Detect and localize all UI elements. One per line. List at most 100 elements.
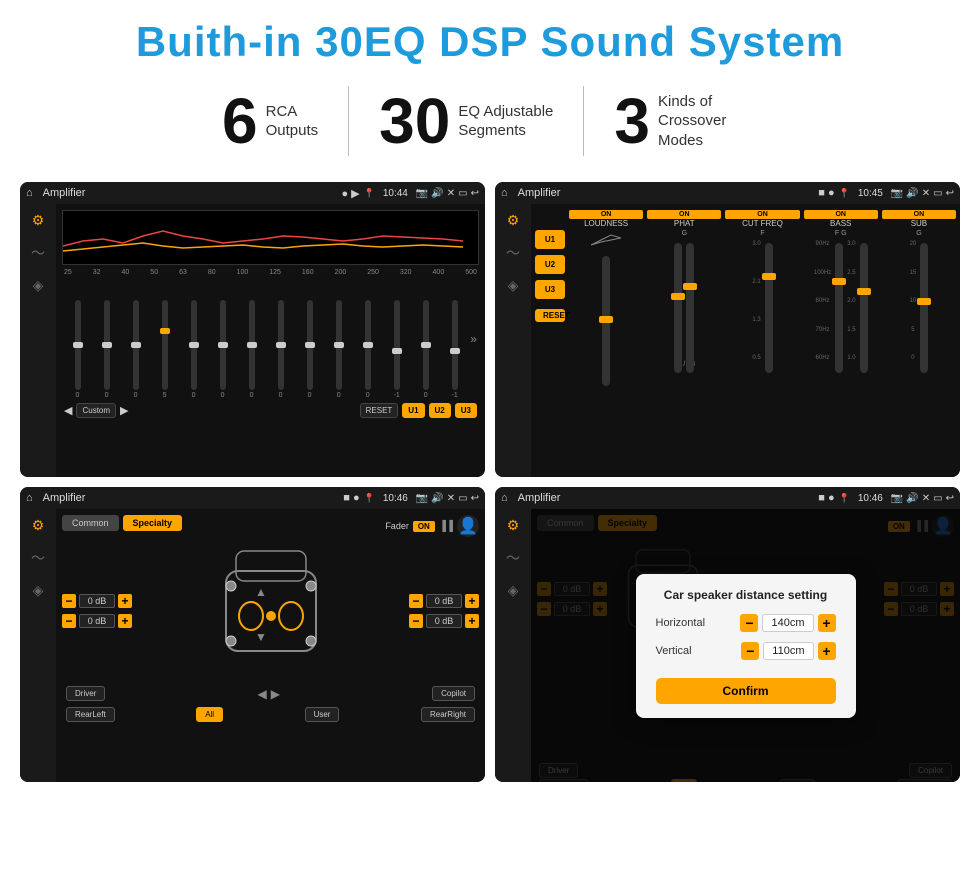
- xover-cutfreq-on[interactable]: ON: [725, 210, 799, 219]
- eq-u1-btn[interactable]: U1: [402, 403, 424, 418]
- xover-wave-icon[interactable]: 〜: [506, 243, 520, 263]
- eq-slider-13[interactable]: -1: [441, 300, 468, 399]
- xover-reset[interactable]: RESET: [535, 309, 565, 322]
- eq-speaker-icon[interactable]: ◈: [33, 277, 44, 294]
- eq-slider-9[interactable]: 0: [325, 300, 352, 399]
- xover-sub-on[interactable]: ON: [882, 210, 956, 219]
- xover-loudness-col: ON LOUDNESS: [569, 210, 643, 383]
- modes-car-diagram: ▲ ▼: [138, 541, 403, 681]
- modes-user-icon[interactable]: 👤: [457, 515, 479, 537]
- xover-sidebar: ⚙ 〜 ◈: [495, 204, 531, 477]
- modes-right-arrow[interactable]: ▶: [271, 687, 280, 701]
- svg-text:▼: ▼: [255, 630, 267, 644]
- stat-crossover-label: Kinds of Crossover Modes: [658, 92, 758, 151]
- modes-user-btn[interactable]: User: [305, 707, 340, 722]
- xover-main: U1 U2 U3 RESET ON LOUDNESS: [531, 204, 960, 477]
- eq-slider-3[interactable]: 5: [151, 300, 178, 399]
- eq-slider-0[interactable]: 0: [64, 300, 91, 399]
- eq-more-icon[interactable]: »: [470, 332, 477, 346]
- dist-screen-content: ⚙ 〜 ◈ Common Specialty ON ▐▐ 👤: [495, 509, 960, 782]
- modes-driver-btn[interactable]: Driver: [66, 686, 105, 701]
- eq-slider-4[interactable]: 0: [180, 300, 207, 399]
- confirm-button[interactable]: Confirm: [656, 678, 836, 704]
- eq-slider-1[interactable]: 0: [93, 300, 120, 399]
- xover-u1[interactable]: U1: [535, 230, 565, 249]
- eq-slider-8[interactable]: 0: [296, 300, 323, 399]
- dist-speaker-icon[interactable]: ◈: [508, 582, 519, 599]
- modes-vol4-value: 0 dB: [426, 614, 462, 628]
- modes-filter-icon[interactable]: ⚙: [32, 517, 45, 534]
- xover-speaker-icon[interactable]: ◈: [508, 277, 519, 294]
- modes-vol-1-left: − 0 dB +: [62, 594, 132, 608]
- eq-slider-12[interactable]: 0: [412, 300, 439, 399]
- xover-bass-slider-1[interactable]: [835, 243, 843, 373]
- modes-vol3-minus[interactable]: −: [409, 594, 423, 608]
- modes-rearleft-btn[interactable]: RearLeft: [66, 707, 115, 722]
- modes-vol4-minus[interactable]: −: [409, 614, 423, 628]
- modes-vol2-plus[interactable]: +: [118, 614, 132, 628]
- eq-topbar-actions: 📷 🔊 ✕ ▭ ↩: [416, 188, 479, 199]
- modes-vol3-plus[interactable]: +: [465, 594, 479, 608]
- modes-vol2-minus[interactable]: −: [62, 614, 76, 628]
- eq-u2-btn[interactable]: U2: [429, 403, 451, 418]
- xover-phat-slider-2[interactable]: [686, 243, 694, 373]
- eq-slider-2[interactable]: 0: [122, 300, 149, 399]
- stat-eq: 30 EQ Adjustable Segments: [349, 89, 583, 153]
- dialog-horizontal-minus[interactable]: −: [740, 614, 758, 632]
- stat-rca-number: 6: [222, 89, 258, 153]
- xover-u2[interactable]: U2: [535, 255, 565, 274]
- xover-loudness-slider-1[interactable]: [602, 256, 610, 386]
- xover-channels: ON LOUDNESS: [569, 210, 956, 471]
- eq-u3-btn[interactable]: U3: [455, 403, 477, 418]
- modes-all-btn[interactable]: All: [196, 707, 223, 722]
- eq-reset-btn[interactable]: RESET: [360, 403, 399, 418]
- xover-phat-slider-1[interactable]: [674, 243, 682, 373]
- eq-slider-10[interactable]: 0: [354, 300, 381, 399]
- eq-wave-icon[interactable]: 〜: [31, 243, 45, 263]
- modes-vol1-plus[interactable]: +: [118, 594, 132, 608]
- dist-filter-icon[interactable]: ⚙: [507, 517, 520, 534]
- xover-bass-on[interactable]: ON: [804, 210, 878, 219]
- eq-prev-btn[interactable]: ◀: [64, 404, 72, 417]
- modes-wave-icon[interactable]: 〜: [31, 548, 45, 568]
- dialog-horizontal-label: Horizontal: [656, 617, 706, 629]
- xover-phat-label: PHAT: [647, 219, 721, 228]
- modes-speaker-icon[interactable]: ◈: [33, 582, 44, 599]
- eq-slider-6[interactable]: 0: [238, 300, 265, 399]
- xover-cutfreq-sliders: 3.02.11.30.5: [725, 241, 799, 361]
- dialog-horizontal-plus[interactable]: +: [818, 614, 836, 632]
- xover-u3[interactable]: U3: [535, 280, 565, 299]
- dialog-vertical-minus[interactable]: −: [741, 642, 759, 660]
- xover-filter-icon[interactable]: ⚙: [507, 212, 520, 229]
- dist-topbar: ⌂ Amplifier ■ ● 📍 10:46 📷 🔊 ✕ ▭ ↩: [495, 487, 960, 509]
- xover-sub-slider[interactable]: [920, 243, 928, 373]
- modes-rearright-btn[interactable]: RearRight: [421, 707, 475, 722]
- xover-screen-content: ⚙ 〜 ◈ U1 U2 U3 RESET: [495, 204, 960, 477]
- xover-cutfreq-slider[interactable]: [765, 243, 773, 373]
- eq-next-btn[interactable]: ▶: [120, 404, 128, 417]
- modes-arrow-controls: ◀ ▶: [257, 686, 279, 701]
- dialog-vertical-plus[interactable]: +: [818, 642, 836, 660]
- eq-filter-icon[interactable]: ⚙: [32, 212, 45, 229]
- modes-left-arrow[interactable]: ◀: [257, 687, 266, 701]
- eq-slider-7[interactable]: 0: [267, 300, 294, 399]
- modes-common-tab[interactable]: Common: [62, 515, 119, 531]
- modes-copilot-btn[interactable]: Copilot: [432, 686, 475, 701]
- modes-vol1-minus[interactable]: −: [62, 594, 76, 608]
- xover-loudness-on[interactable]: ON: [569, 210, 643, 219]
- eq-slider-11[interactable]: -1: [383, 300, 410, 399]
- xover-bass-slider-2[interactable]: [860, 243, 868, 373]
- fader-bars-icon: ▐▐: [439, 521, 453, 532]
- modes-close-icon: ✕: [447, 493, 455, 504]
- dist-wave-icon[interactable]: 〜: [506, 548, 520, 568]
- xover-sub-sliders: 20151050: [882, 241, 956, 361]
- stat-eq-number: 30: [379, 89, 450, 153]
- fader-on-badge[interactable]: ON: [413, 521, 435, 532]
- eq-slider-5[interactable]: 0: [209, 300, 236, 399]
- eq-curve-svg: [63, 211, 478, 264]
- modes-vol4-plus[interactable]: +: [465, 614, 479, 628]
- xover-phat-col: ON PHAT G: [647, 210, 721, 383]
- dist-dots-icon: ■ ●: [818, 492, 834, 504]
- modes-specialty-tab[interactable]: Specialty: [123, 515, 183, 531]
- xover-phat-on[interactable]: ON: [647, 210, 721, 219]
